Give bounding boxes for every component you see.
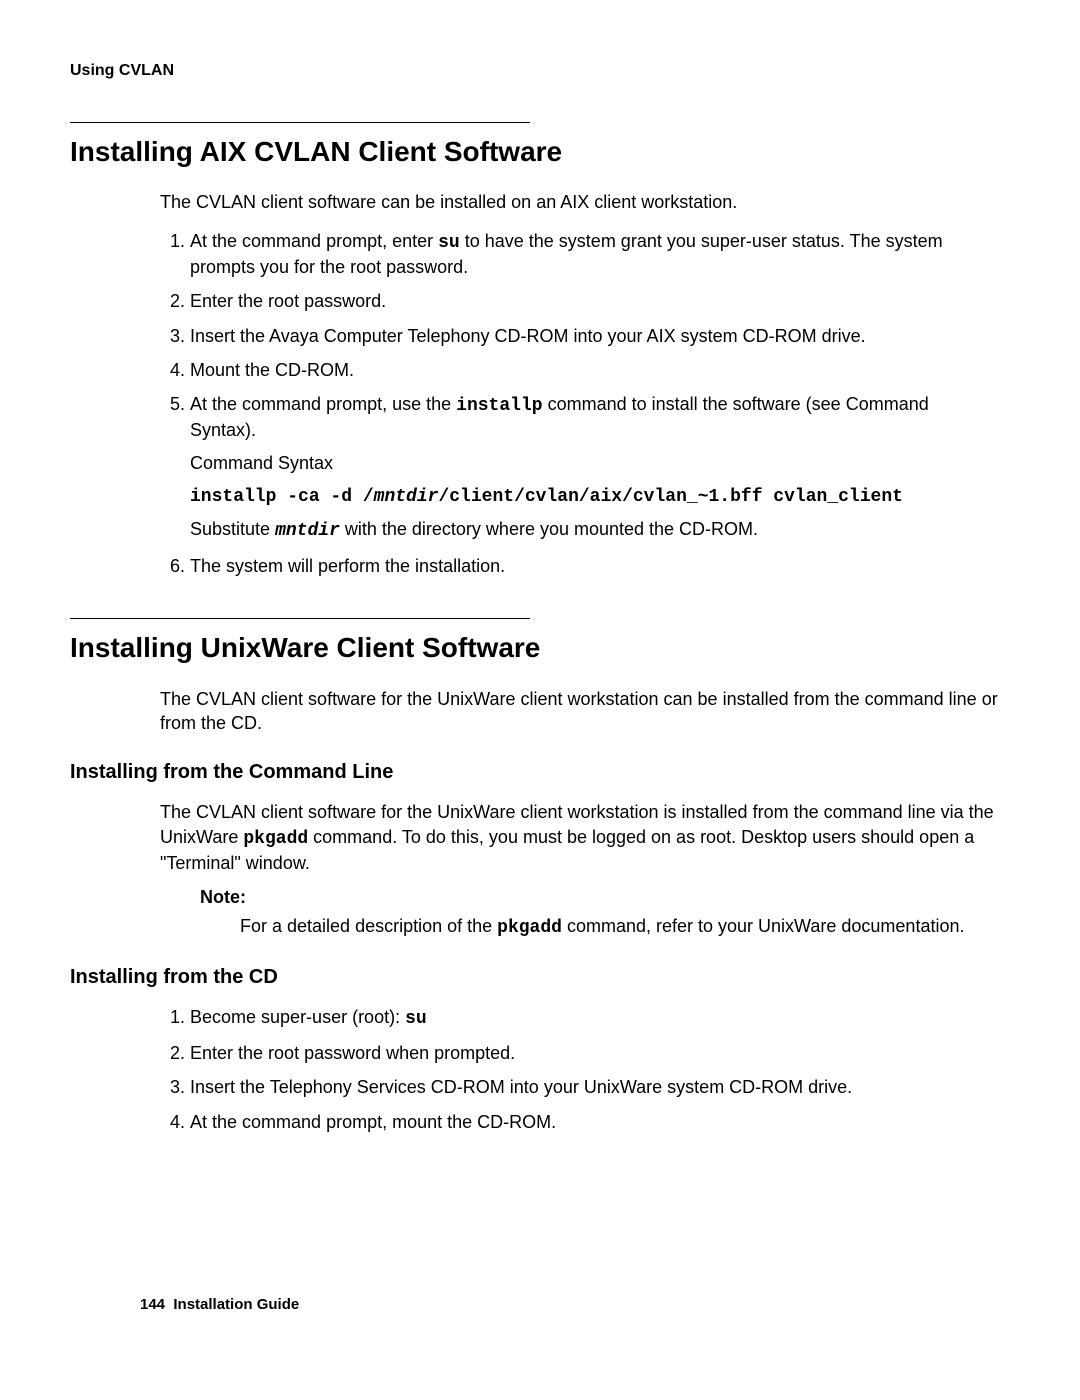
step-1: At the command prompt, enter su to have …: [190, 229, 1010, 280]
section1-steps: At the command prompt, enter su to have …: [190, 229, 1010, 578]
section2-intro: The CVLAN client software for the UnixWa…: [160, 687, 1010, 736]
step-5: At the command prompt, use the installp …: [190, 392, 1010, 543]
text: Substitute: [190, 519, 275, 539]
syntax-pre: installp -ca -d /: [190, 487, 374, 507]
note-block: Note: For a detailed description of the …: [200, 885, 1010, 940]
text: For a detailed description of the: [240, 916, 497, 936]
step-4: Mount the CD-ROM.: [190, 358, 1010, 382]
section2-steps: Become super-user (root): su Enter the r…: [190, 1005, 1010, 1134]
cmd-pkgadd: pkgadd: [243, 829, 308, 849]
text: At the command prompt, enter: [190, 231, 438, 251]
text: At the command prompt, use the: [190, 394, 456, 414]
text: command, refer to your UnixWare document…: [562, 916, 965, 936]
text: with the directory where you mounted the…: [340, 519, 758, 539]
command-syntax-line: installp -ca -d /mntdir/client/cvlan/aix…: [190, 483, 980, 509]
s2-step-1: Become super-user (root): su: [190, 1005, 1010, 1031]
step-3: Insert the Avaya Computer Telephony CD-R…: [190, 324, 1010, 348]
s2-step-2: Enter the root password when prompted.: [190, 1041, 1010, 1065]
cmd-pkgadd: pkgadd: [497, 918, 562, 938]
step-2: Enter the root password.: [190, 289, 1010, 313]
subheading-commandline: Installing from the Command Line: [70, 759, 1010, 786]
s2-step-3: Insert the Telephony Services CD-ROM int…: [190, 1075, 1010, 1099]
text: Become super-user (root):: [190, 1007, 405, 1027]
cmd-su: su: [405, 1009, 427, 1029]
section1-intro: The CVLAN client software can be install…: [160, 190, 1010, 214]
page-container: Using CVLAN Installing AIX CVLAN Client …: [70, 60, 1010, 1360]
section-rule: [70, 618, 530, 619]
subheading-cd: Installing from the CD: [70, 964, 1010, 991]
running-header: Using CVLAN: [70, 60, 1010, 82]
syntax-post: /client/cvlan/aix/cvlan_~1.bff cvlan_cli…: [438, 487, 902, 507]
substitute-line: Substitute mntdir with the directory whe…: [190, 517, 980, 543]
var-mntdir: mntdir: [275, 521, 340, 541]
page-number: 144: [140, 1296, 165, 1313]
section-heading-aix: Installing AIX CVLAN Client Software: [70, 133, 1010, 171]
syntax-var: mntdir: [374, 487, 439, 507]
note-label: Note:: [200, 885, 970, 909]
footer-label: Installation Guide: [173, 1296, 299, 1313]
sub1-body: The CVLAN client software for the UnixWa…: [160, 800, 1010, 875]
step-6: The system will perform the installation…: [190, 554, 1010, 578]
command-syntax-label: Command Syntax: [190, 451, 980, 475]
cmd-installp: installp: [456, 396, 542, 416]
page-footer: 144 Installation Guide: [140, 1295, 299, 1315]
section-heading-unixware: Installing UnixWare Client Software: [70, 629, 1010, 667]
section-rule: [70, 122, 530, 123]
cmd-su: su: [438, 233, 460, 253]
note-body: For a detailed description of the pkgadd…: [240, 914, 970, 940]
s2-step-4: At the command prompt, mount the CD-ROM.: [190, 1110, 1010, 1134]
